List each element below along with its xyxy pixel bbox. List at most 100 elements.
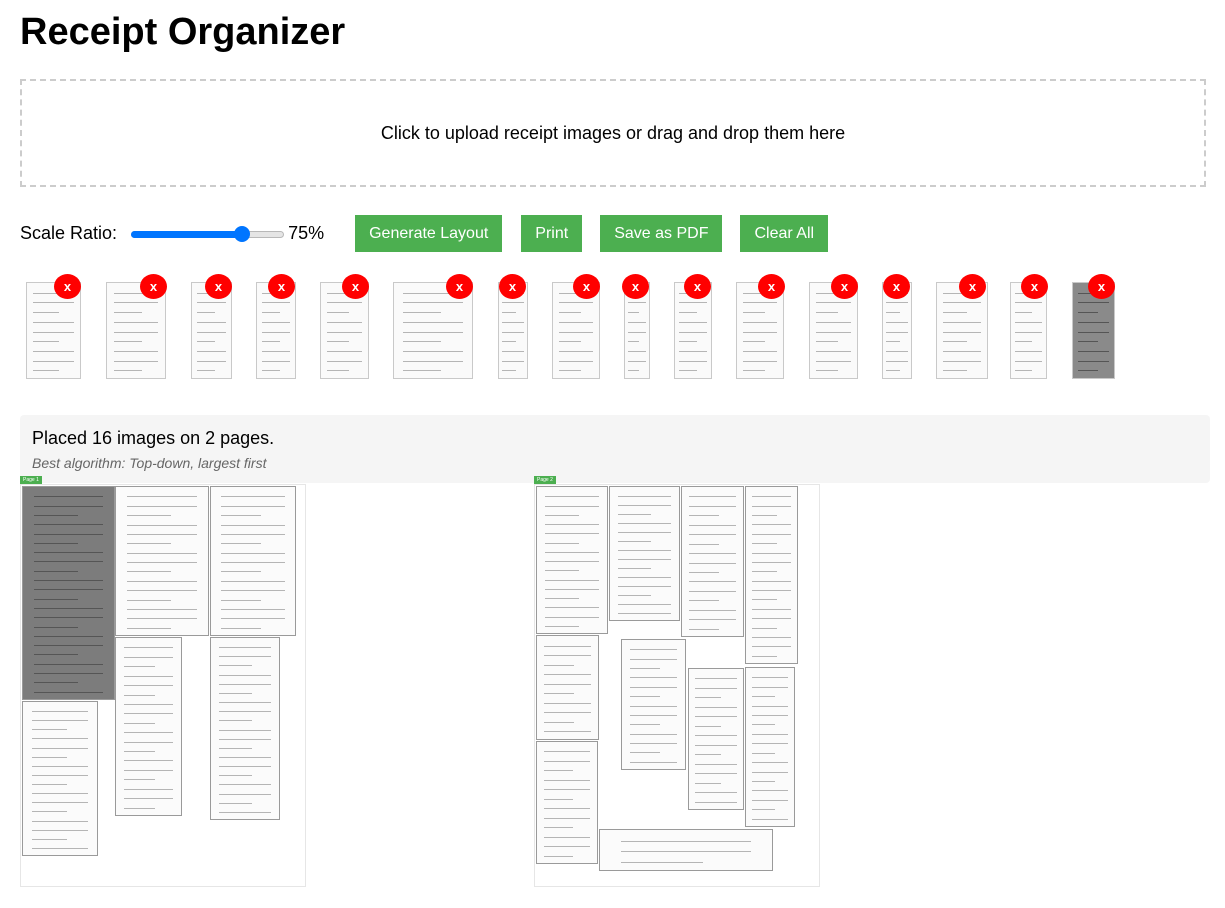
thumbnail-item[interactable]: x [882,274,912,379]
remove-image-button[interactable]: x [1021,274,1048,299]
receipt-text-line [219,812,271,813]
thumbnail-item[interactable]: x [320,274,369,379]
remove-image-button[interactable]: x [205,274,232,299]
thumbnail-item[interactable]: x [552,274,600,379]
receipt-text-line [33,636,104,637]
clear-all-button[interactable]: Clear All [740,215,829,252]
slider-thumb[interactable] [233,225,250,242]
thumbnail-item[interactable]: x [936,274,988,379]
receipt-text-line [886,322,908,323]
receipt-text-line [196,361,227,362]
receipt-text-line [815,351,852,352]
receipt-text-line [558,361,594,362]
receipt-text-line [123,742,174,743]
receipt-text-line [1077,341,1098,342]
receipt-text-line [1077,361,1110,362]
remove-image-button[interactable]: x [622,274,649,299]
remove-image-button[interactable]: x [140,274,167,299]
remove-image-button[interactable]: x [758,274,785,299]
receipt-text-line [219,656,271,657]
receipt-text-line [558,302,594,303]
receipt-text-line [695,697,722,698]
receipt-text-line [544,722,574,723]
save-as-pdf-button[interactable]: Save as PDF [600,215,723,252]
receipt-text-line [629,752,660,753]
receipt-text-line [127,590,197,591]
placed-receipt-image [115,486,209,636]
receipt-text-line [1015,351,1042,352]
receipt-text-line [679,312,697,313]
receipt-text-line [219,702,271,703]
receipt-text-line [629,762,678,763]
receipt-text-line [627,302,647,303]
thumbnail-item[interactable]: x [1072,274,1115,379]
receipt-text-line [33,552,104,553]
receipt-text-line [627,341,640,342]
thumbnail-item[interactable]: x [736,274,785,379]
receipt-text-line [815,302,852,303]
thumbnail-strip: xxxxxxxxxxxxxxxx [0,274,1225,385]
receipt-text-line [618,541,652,542]
remove-image-button[interactable]: x [499,274,526,299]
scale-ratio-slider[interactable] [131,225,285,242]
receipt-text-line [629,649,678,650]
receipt-text-line [629,724,660,725]
receipt-text-line [196,302,227,303]
remove-image-button[interactable]: x [268,274,295,299]
receipt-text-line [502,370,516,371]
generate-layout-button[interactable]: Generate Layout [355,215,503,252]
remove-image-button[interactable]: x [54,274,81,299]
receipt-text-line [751,687,789,688]
receipt-text-line [742,361,778,362]
receipt-text-line [545,561,599,562]
receipt-text-line [403,312,441,313]
receipt-text-line [403,322,463,323]
receipt-text-line [751,677,789,678]
remove-image-button[interactable]: x [684,274,711,299]
receipt-text-line [1015,302,1042,303]
remove-image-button[interactable]: x [959,274,986,299]
upload-dropzone[interactable]: Click to upload receipt images or drag a… [20,79,1206,187]
receipt-text-line [689,629,719,630]
receipt-text-line [502,322,524,323]
receipt-text-line [689,515,719,516]
receipt-text-line [221,571,262,572]
receipt-text-line [33,332,74,333]
thumbnail-item[interactable]: x [809,274,858,379]
receipt-text-line [33,627,78,628]
receipt-text-line [618,586,671,587]
thumbnail-item[interactable]: x [1010,274,1048,379]
receipt-text-line [815,332,852,333]
remove-image-button[interactable]: x [1088,274,1115,299]
remove-image-button[interactable]: x [342,274,369,299]
thumbnail-item[interactable]: x [26,274,81,379]
remove-image-button[interactable]: x [573,274,600,299]
print-button[interactable]: Print [521,215,583,252]
receipt-text-line [620,841,752,842]
thumbnail-item[interactable]: x [498,274,528,379]
receipt-text-line [943,332,981,333]
receipt-text-line [219,775,252,776]
thumbnail-item[interactable]: x [191,274,232,379]
receipt-text-line [695,745,737,746]
receipt-text-line [629,743,678,744]
receipt-text-line [33,673,104,674]
remove-image-button[interactable]: x [883,274,910,299]
receipt-text-line [752,599,777,600]
receipt-text-line [33,682,78,683]
receipt-text-line [33,302,74,303]
receipt-text-line [219,784,271,785]
thumbnail-item[interactable]: x [674,274,712,379]
receipt-text-line [545,570,579,571]
receipt-text-line [679,332,707,333]
receipt-text-line [886,351,908,352]
thumbnail-item[interactable]: x [393,274,473,379]
remove-image-button[interactable]: x [831,274,858,299]
receipt-text-line [751,734,789,735]
thumbnail-item[interactable]: x [106,274,167,379]
receipt-text-line [403,302,463,303]
thumbnail-item[interactable]: x [622,274,650,379]
thumbnail-item[interactable]: x [256,274,296,379]
receipt-text-line [695,678,737,679]
remove-image-button[interactable]: x [446,274,473,299]
